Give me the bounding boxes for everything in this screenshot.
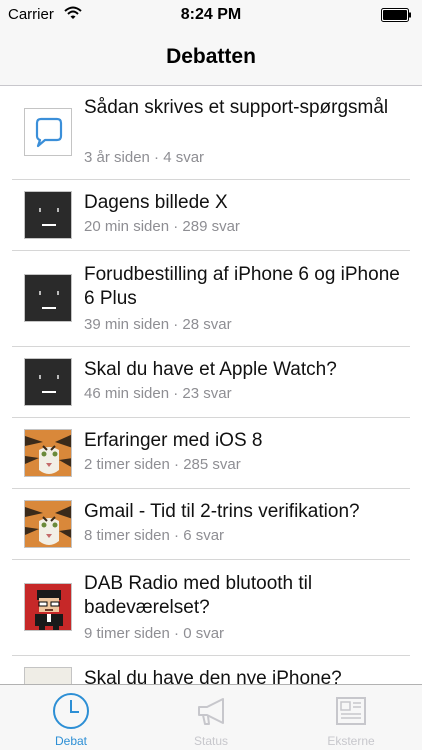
tiger-avatar	[24, 500, 72, 548]
topic-row[interactable]: DAB Radio med blutooth til badeværelset?…	[0, 560, 422, 656]
topic-title: Dagens billede X	[84, 192, 228, 213]
topic-title: Sådan skrives et support-spørgsmål	[84, 97, 389, 118]
navigation-bar: Debatten	[0, 30, 422, 86]
clock-icon	[53, 693, 89, 729]
topic-meta: 3 år siden · 4 svar	[84, 149, 205, 166]
topic-row[interactable]: Dagens billede X 20 min siden · 289 svar	[0, 180, 422, 251]
topic-title: Gmail - Tid til 2-trins verifikation?	[84, 501, 360, 522]
tab-label: Status	[193, 734, 229, 748]
topic-row[interactable]: Skal du have et Apple Watch? 46 min side…	[0, 347, 422, 418]
tab-label: Debat	[54, 734, 88, 748]
topic-row[interactable]: Forudbestilling af iPhone 6 og iPhone 6 …	[0, 251, 422, 347]
status-time: 8:24 PM	[180, 6, 242, 23]
topic-title: Skal du have den nye iPhone?	[84, 668, 342, 684]
pixel-person-avatar	[24, 583, 72, 631]
topic-meta: 8 timer siden · 6 svar	[84, 527, 225, 544]
topic-meta: 39 min siden · 28 svar	[84, 316, 232, 333]
robot-face-avatar	[24, 358, 72, 406]
blank-avatar	[24, 667, 72, 684]
topic-title: DAB Radio med blutooth til badeværelset?	[84, 573, 313, 618]
tab-eksterne[interactable]: Eksterne	[281, 685, 421, 750]
tiger-avatar	[24, 429, 72, 477]
topic-meta: 20 min siden · 289 svar	[84, 218, 240, 235]
tab-bar: Debat Status Eksterne	[0, 684, 422, 750]
topic-title: Forudbestilling af iPhone 6 og iPhone 6 …	[84, 264, 400, 309]
topic-meta: 2 timer siden · 285 svar	[84, 456, 241, 473]
topic-meta: 46 min siden · 23 svar	[84, 385, 232, 402]
robot-face-avatar	[24, 274, 72, 322]
robot-face-avatar	[24, 191, 72, 239]
topic-row[interactable]: Sådan skrives et support-spørgsmål 3 år …	[0, 86, 422, 180]
topic-title: Skal du have et Apple Watch?	[84, 359, 337, 380]
tab-status[interactable]: Status	[141, 685, 281, 750]
topic-meta: 9 timer siden · 0 svar	[84, 625, 225, 642]
support-bubble-icon	[24, 108, 72, 156]
tab-label: Eksterne	[327, 734, 375, 748]
megaphone-icon	[198, 698, 224, 725]
topic-row[interactable]: Gmail - Tid til 2-trins verifikation? 8 …	[0, 489, 422, 560]
topic-row[interactable]: Erfaringer med iOS 8 2 timer siden · 285…	[0, 418, 422, 489]
page-title: Debatten	[166, 45, 256, 68]
battery-icon	[381, 8, 411, 22]
topic-title: Erfaringer med iOS 8	[84, 430, 263, 451]
newspaper-icon	[336, 697, 366, 725]
tab-debat[interactable]: Debat	[1, 685, 141, 750]
topic-list[interactable]: Sådan skrives et support-spørgsmål 3 år …	[0, 86, 422, 684]
topic-row[interactable]: Skal du have den nye iPhone?	[0, 656, 422, 684]
status-bar: Carrier 8:24 PM	[0, 0, 422, 30]
